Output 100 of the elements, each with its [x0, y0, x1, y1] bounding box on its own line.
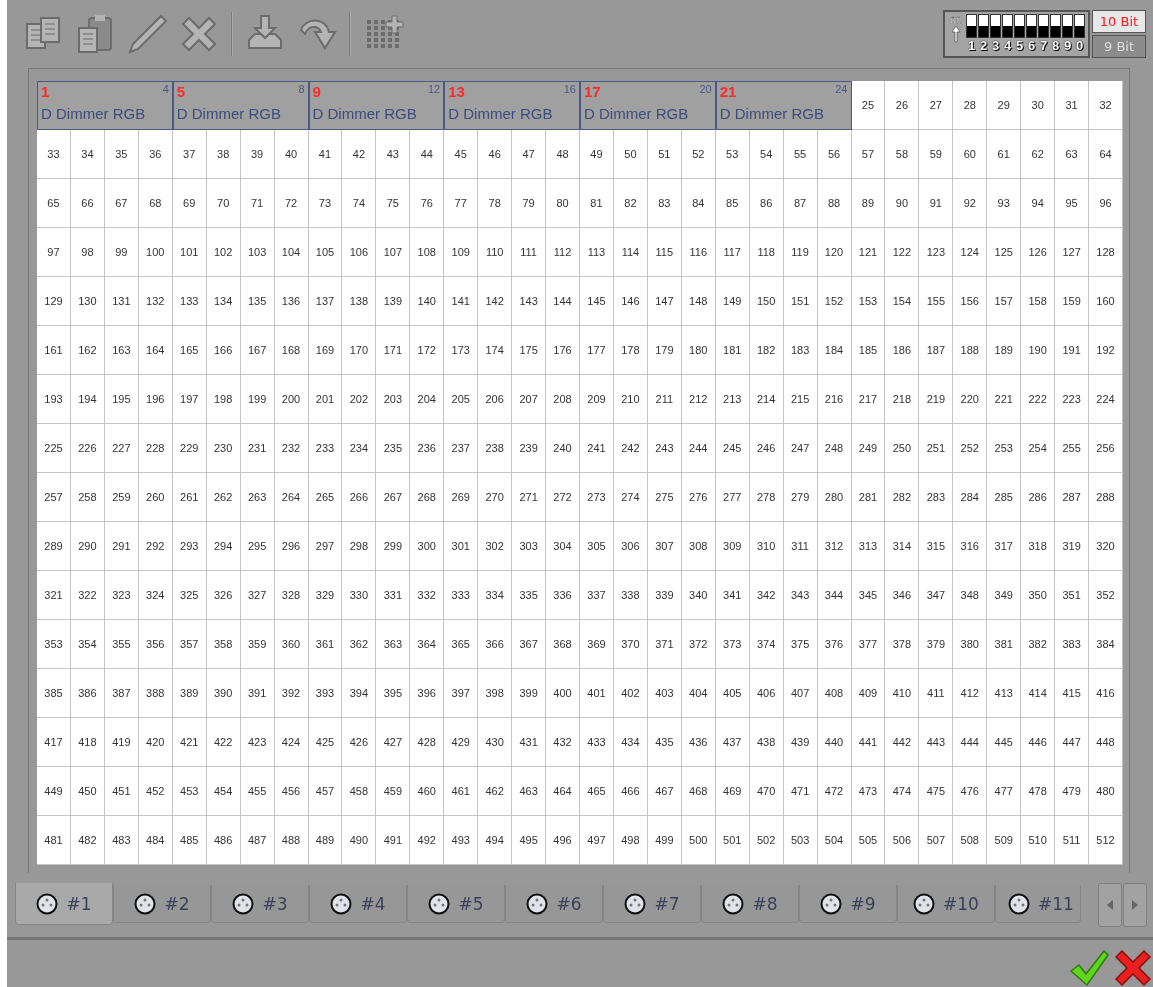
channel-cell[interactable]: 397	[444, 669, 479, 718]
channel-cell[interactable]: 507	[919, 816, 954, 865]
channel-cell[interactable]: 148	[681, 277, 716, 326]
channel-cell[interactable]: 250	[885, 424, 920, 473]
channel-cell[interactable]: 245	[715, 424, 750, 473]
channel-cell[interactable]: 312	[817, 522, 852, 571]
channel-cell[interactable]: 143	[512, 277, 547, 326]
channel-cell[interactable]: 59	[919, 130, 954, 179]
channel-cell[interactable]: 173	[444, 326, 479, 375]
channel-cell[interactable]: 104	[274, 228, 309, 277]
channel-cell[interactable]: 370	[613, 620, 648, 669]
switch[interactable]	[990, 14, 1001, 38]
channel-cell[interactable]: 350	[1021, 571, 1056, 620]
channel-cell[interactable]: 89	[851, 179, 886, 228]
channel-cell[interactable]: 210	[613, 375, 648, 424]
channel-cell[interactable]: 428	[410, 718, 445, 767]
channel-cell[interactable]: 338	[613, 571, 648, 620]
switch[interactable]	[1050, 14, 1061, 38]
channel-cell[interactable]: 389	[172, 669, 207, 718]
channel-cell[interactable]: 117	[715, 228, 750, 277]
channel-cell[interactable]: 226	[70, 424, 105, 473]
channel-cell[interactable]: 231	[240, 424, 275, 473]
universe-tab[interactable]: #8	[701, 885, 799, 923]
universe-tab[interactable]: #5	[407, 885, 505, 923]
channel-cell[interactable]: 377	[851, 620, 886, 669]
channel-cell[interactable]: 345	[851, 571, 886, 620]
channel-cell[interactable]: 393	[308, 669, 343, 718]
channel-cell[interactable]: 443	[919, 718, 954, 767]
channel-cell[interactable]: 199	[240, 375, 275, 424]
channel-cell[interactable]: 417	[37, 718, 71, 767]
channel-cell[interactable]: 445	[987, 718, 1022, 767]
channel-cell[interactable]: 496	[546, 816, 580, 865]
channel-cell[interactable]: 371	[647, 620, 682, 669]
channel-cell[interactable]: 444	[953, 718, 988, 767]
channel-cell[interactable]: 50	[613, 130, 648, 179]
channel-cell[interactable]: 472	[817, 767, 852, 816]
channel-cell[interactable]: 122	[885, 228, 920, 277]
channel-cell[interactable]: 180	[681, 326, 716, 375]
channel-cell[interactable]: 168	[274, 326, 309, 375]
channel-cell[interactable]: 468	[681, 767, 716, 816]
channel-cell[interactable]: 155	[919, 277, 954, 326]
channel-cell[interactable]: 423	[240, 718, 275, 767]
channel-cell[interactable]: 330	[342, 571, 377, 620]
channel-cell[interactable]: 206	[478, 375, 513, 424]
channel-cell[interactable]: 125	[987, 228, 1022, 277]
channel-cell[interactable]: 80	[546, 179, 580, 228]
channel-cell[interactable]: 35	[104, 130, 139, 179]
channel-cell[interactable]: 508	[953, 816, 988, 865]
channel-cell[interactable]: 46	[478, 130, 513, 179]
channel-cell[interactable]: 198	[206, 375, 241, 424]
channel-cell[interactable]: 448	[1089, 718, 1123, 767]
channel-cell[interactable]: 342	[749, 571, 784, 620]
channel-cell[interactable]: 270	[478, 473, 513, 522]
channel-cell[interactable]: 386	[70, 669, 105, 718]
channel-cell[interactable]: 303	[512, 522, 547, 571]
checkmark-icon[interactable]	[1069, 949, 1109, 987]
channel-cell[interactable]: 361	[308, 620, 343, 669]
channel-cell[interactable]: 378	[885, 620, 920, 669]
channel-cell[interactable]: 329	[308, 571, 343, 620]
channel-cell[interactable]: 424	[274, 718, 309, 767]
channel-cell[interactable]: 170	[342, 326, 377, 375]
channel-cell[interactable]: 499	[647, 816, 682, 865]
channel-cell[interactable]: 200	[274, 375, 309, 424]
channel-cell[interactable]: 333	[444, 571, 479, 620]
channel-cell[interactable]: 130	[70, 277, 105, 326]
channel-cell[interactable]: 426	[342, 718, 377, 767]
universe-tab[interactable]: #9	[799, 885, 897, 923]
channel-cell[interactable]: 343	[783, 571, 818, 620]
channel-cell[interactable]: 64	[1089, 130, 1123, 179]
channel-cell[interactable]: 382	[1021, 620, 1056, 669]
switch[interactable]	[1014, 14, 1025, 38]
channel-cell[interactable]: 274	[613, 473, 648, 522]
channel-cell[interactable]: 441	[851, 718, 886, 767]
channel-cell[interactable]: 263	[240, 473, 275, 522]
channel-cell[interactable]: 419	[104, 718, 139, 767]
channel-cell[interactable]: 492	[410, 816, 445, 865]
channel-cell[interactable]: 372	[681, 620, 716, 669]
channel-cell[interactable]: 450	[70, 767, 105, 816]
channel-cell[interactable]: 431	[512, 718, 547, 767]
channel-cell[interactable]: 309	[715, 522, 750, 571]
channel-cell[interactable]: 134	[206, 277, 241, 326]
channel-cell[interactable]: 34	[70, 130, 105, 179]
universe-tab[interactable]: #10	[897, 885, 995, 923]
switch[interactable]	[1026, 14, 1037, 38]
channel-cell[interactable]: 275	[647, 473, 682, 522]
channel-cell[interactable]: 76	[410, 179, 445, 228]
channel-cell[interactable]: 83	[647, 179, 682, 228]
channel-cell[interactable]: 279	[783, 473, 818, 522]
channel-cell[interactable]: 259	[104, 473, 139, 522]
channel-cell[interactable]: 218	[885, 375, 920, 424]
channel-cell[interactable]: 484	[138, 816, 173, 865]
channel-cell[interactable]: 164	[138, 326, 173, 375]
channel-cell[interactable]: 505	[851, 816, 886, 865]
channel-cell[interactable]: 56	[817, 130, 852, 179]
channel-cell[interactable]: 88	[817, 179, 852, 228]
channel-cell[interactable]: 230	[206, 424, 241, 473]
switch[interactable]	[1002, 14, 1013, 38]
channel-cell[interactable]: 84	[681, 179, 716, 228]
channel-cell[interactable]: 121	[851, 228, 886, 277]
channel-cell[interactable]: 247	[783, 424, 818, 473]
